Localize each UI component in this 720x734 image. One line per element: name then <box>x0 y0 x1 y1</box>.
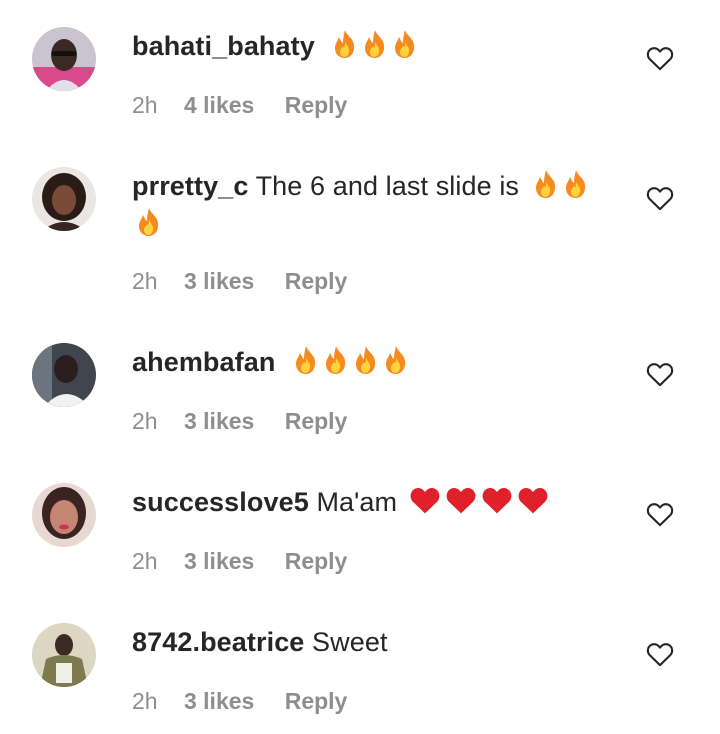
comment-body: successlove5 Ma'am <box>132 483 612 521</box>
comment-username[interactable]: 8742.beatrice <box>132 627 304 657</box>
red-heart-icon <box>481 485 513 515</box>
red-heart-icon <box>517 485 549 515</box>
fire-icon <box>136 207 162 237</box>
comment-meta: 2h 3 likes Reply <box>132 548 347 575</box>
fire-icon <box>362 29 388 59</box>
reply-button[interactable]: Reply <box>285 408 348 435</box>
comment-meta: 2h 3 likes Reply <box>132 268 347 295</box>
avatar[interactable] <box>32 483 96 547</box>
heart-icon[interactable] <box>646 361 674 387</box>
avatar[interactable] <box>32 343 96 407</box>
fire-icon <box>563 169 589 199</box>
avatar-image <box>32 623 96 687</box>
comments-list: bahati_bahaty 2h 4 likes Reply prretty_c… <box>0 0 720 734</box>
fire-icon <box>353 345 379 375</box>
comment-text: The 6 and last slide is <box>255 171 520 201</box>
avatar[interactable] <box>32 623 96 687</box>
red-heart-icon <box>445 485 477 515</box>
heart-icon[interactable] <box>646 641 674 667</box>
fire-icon <box>392 29 418 59</box>
fire-icon <box>383 345 409 375</box>
fire-icon <box>293 345 319 375</box>
comment-time: 2h <box>132 548 158 574</box>
heart-icon[interactable] <box>646 45 674 71</box>
comment-body: bahati_bahaty <box>132 27 612 65</box>
comment-likes[interactable]: 3 likes <box>184 268 254 295</box>
fire-icon <box>332 29 358 59</box>
comment-text: Ma'am <box>316 487 398 517</box>
comment-meta: 2h 4 likes Reply <box>132 92 347 119</box>
comment-time: 2h <box>132 92 158 118</box>
avatar[interactable] <box>32 167 96 231</box>
comment-body: prretty_c The 6 and last slide is <box>132 167 612 243</box>
comment-likes[interactable]: 3 likes <box>184 548 254 575</box>
reply-button[interactable]: Reply <box>285 548 348 575</box>
comment-username[interactable]: prretty_c <box>132 171 248 201</box>
comment-likes[interactable]: 3 likes <box>184 408 254 435</box>
fire-icon <box>533 169 559 199</box>
comment-time: 2h <box>132 268 158 294</box>
comment-text: Sweet <box>312 627 388 657</box>
heart-icon[interactable] <box>646 185 674 211</box>
avatar-image <box>32 343 96 407</box>
comment-username[interactable]: ahembafan <box>132 347 275 377</box>
reply-button[interactable]: Reply <box>285 92 348 119</box>
comment-meta: 2h 3 likes Reply <box>132 688 347 715</box>
comment-body: ahembafan <box>132 343 612 381</box>
heart-icon[interactable] <box>646 501 674 527</box>
avatar-image <box>32 27 96 91</box>
avatar[interactable] <box>32 27 96 91</box>
reply-button[interactable]: Reply <box>285 688 348 715</box>
comment-likes[interactable]: 3 likes <box>184 688 254 715</box>
comment-username[interactable]: bahati_bahaty <box>132 31 315 61</box>
comment-meta: 2h 3 likes Reply <box>132 408 347 435</box>
comment-time: 2h <box>132 688 158 714</box>
red-heart-icon <box>409 485 441 515</box>
comment-emojis <box>289 345 409 377</box>
reply-button[interactable]: Reply <box>285 268 348 295</box>
comment-emojis <box>405 487 549 517</box>
comment-time: 2h <box>132 408 158 434</box>
comment-body: 8742.beatrice Sweet <box>132 623 612 661</box>
comment-emojis <box>328 29 418 61</box>
comment-username[interactable]: successlove5 <box>132 487 309 517</box>
avatar-image <box>32 483 96 547</box>
avatar-image <box>32 167 96 231</box>
comment-likes[interactable]: 4 likes <box>184 92 254 119</box>
fire-icon <box>323 345 349 375</box>
